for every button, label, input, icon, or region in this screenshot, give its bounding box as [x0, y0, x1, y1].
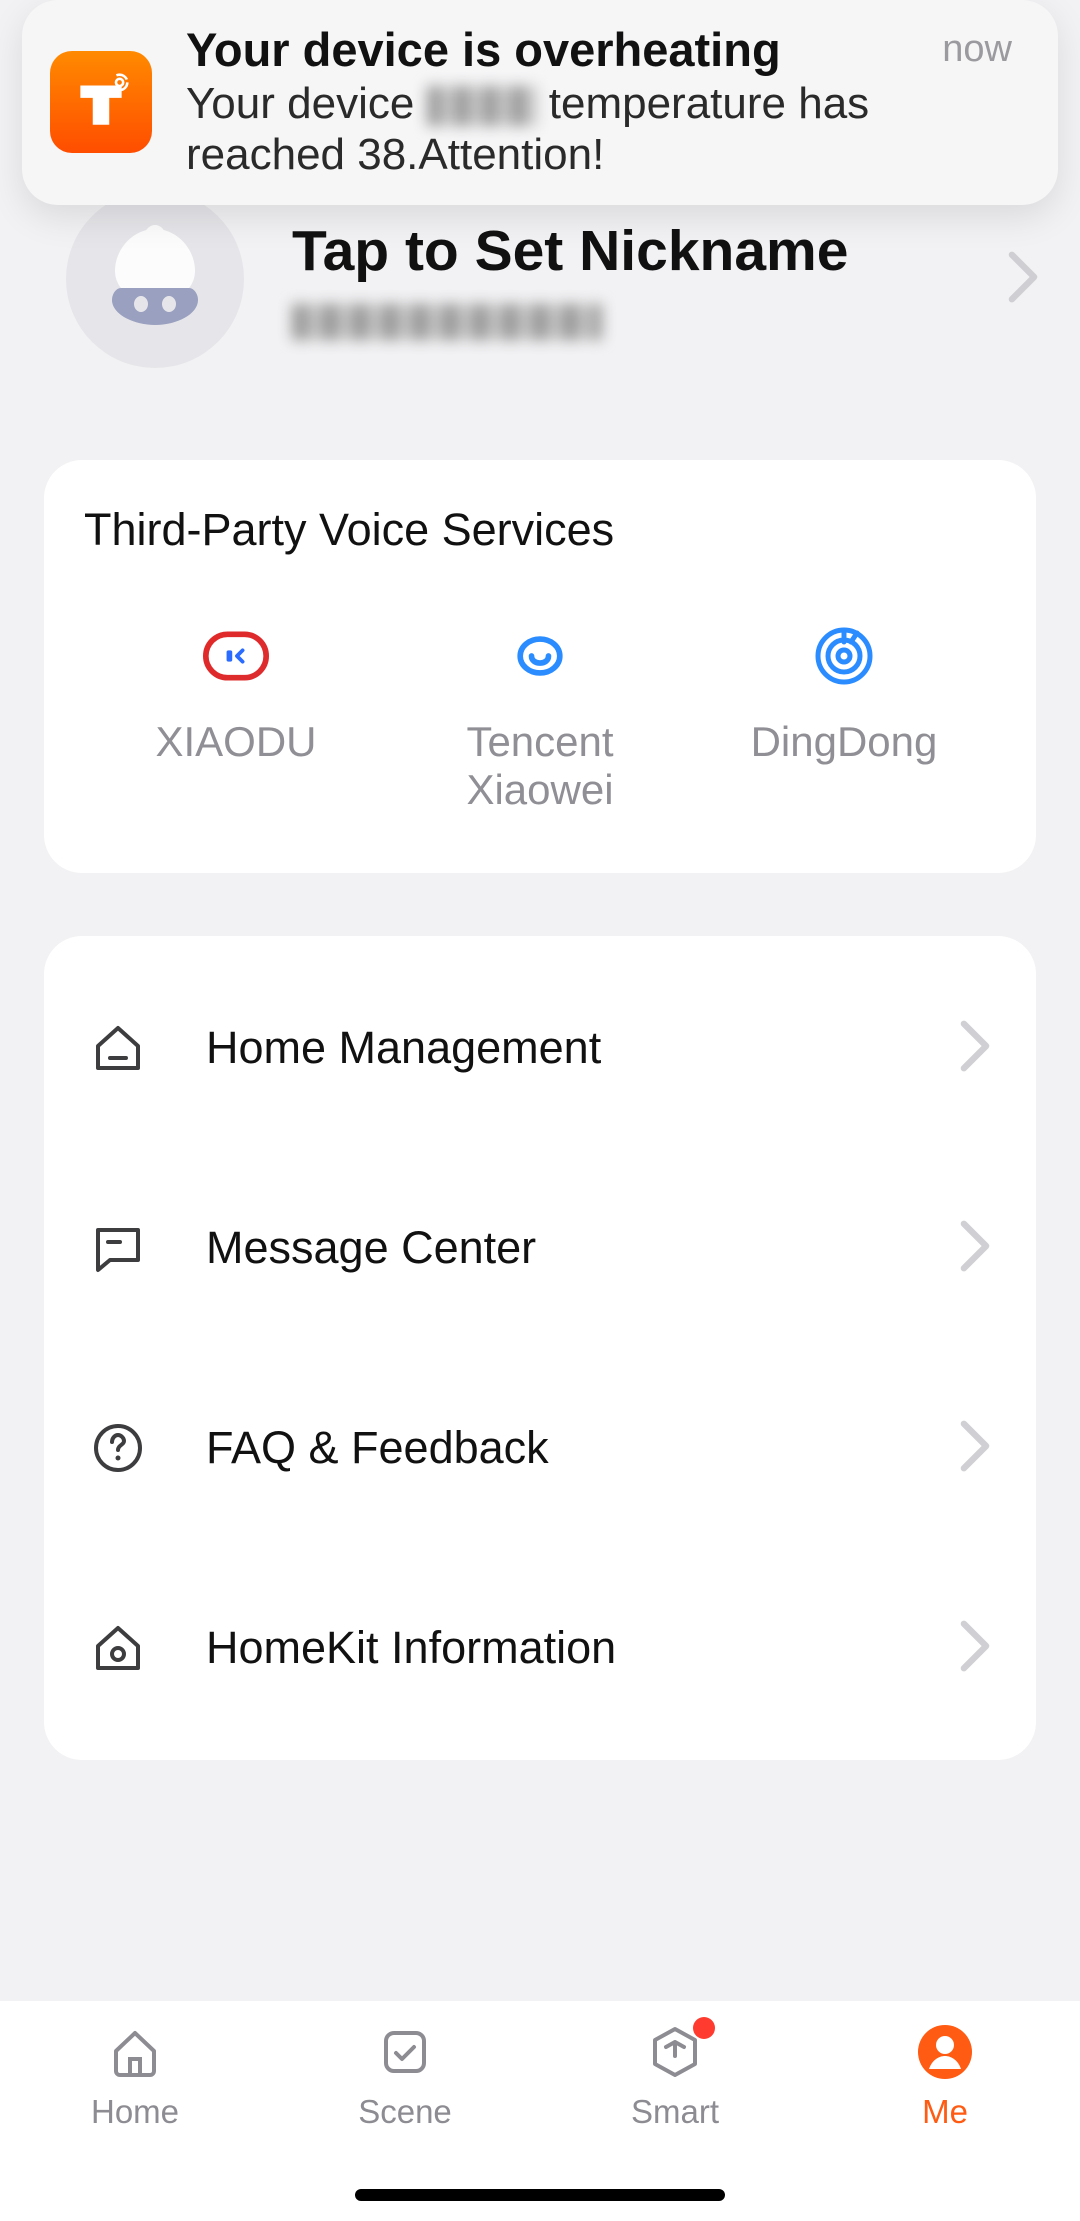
homekit-icon [88, 1618, 148, 1678]
tuya-app-icon [50, 51, 152, 153]
voice-services-title: Third-Party Voice Services [84, 504, 996, 556]
notification-redacted-device [427, 86, 537, 126]
voice-service-tencent-xiaowei[interactable]: Tencent Xiaowei [388, 628, 692, 815]
chevron-right-icon [958, 1019, 992, 1078]
home-tab-icon [104, 2021, 166, 2083]
tab-label: Scene [358, 2093, 452, 2131]
message-center-icon [88, 1218, 148, 1278]
menu-label: FAQ & Feedback [206, 1422, 900, 1474]
chevron-right-icon [958, 1419, 992, 1478]
menu-faq-feedback[interactable]: FAQ & Feedback [88, 1348, 992, 1548]
home-indicator [355, 2189, 725, 2201]
menu-label: Message Center [206, 1222, 900, 1274]
tab-me[interactable]: Me [810, 2021, 1080, 2221]
menu-label: HomeKit Information [206, 1622, 900, 1674]
menu-message-center[interactable]: Message Center [88, 1148, 992, 1348]
voice-services-card: Third-Party Voice Services XIAODU Tencen… [44, 460, 1036, 873]
notification-title: Your device is overheating [186, 24, 1022, 76]
voice-service-dingdong[interactable]: DingDong [692, 628, 996, 815]
chevron-right-icon [958, 1219, 992, 1278]
xiaodu-icon [203, 628, 269, 684]
tab-label: Smart [631, 2093, 719, 2131]
menu-home-management[interactable]: Home Management [88, 948, 992, 1148]
settings-menu-card: Home Management Message Center FAQ & Fee… [44, 936, 1036, 1760]
bottom-tab-bar: Home Scene Smart Me [0, 2001, 1080, 2221]
notification-text: Your device is overheating Your device t… [186, 24, 1022, 181]
profile-header[interactable]: Tap to Set Nickname [66, 190, 1040, 368]
voice-service-label: DingDong [751, 718, 938, 766]
notification-body: Your device temperature has reached 38.A… [186, 78, 1022, 181]
menu-label: Home Management [206, 1022, 900, 1074]
voice-service-label: Tencent Xiaowei [466, 718, 613, 815]
tencent-xiaowei-icon [507, 628, 573, 684]
dingdong-icon [811, 628, 877, 684]
scene-tab-icon [374, 2021, 436, 2083]
notification-badge [693, 2017, 715, 2039]
avatar [66, 190, 244, 368]
chevron-right-icon [958, 1619, 992, 1678]
chevron-right-icon [1006, 250, 1040, 309]
faq-icon [88, 1418, 148, 1478]
voice-service-label: XIAODU [155, 718, 316, 766]
tab-label: Home [91, 2093, 179, 2131]
profile-account-redacted [292, 304, 602, 340]
notification-banner[interactable]: Your device is overheating Your device t… [22, 0, 1058, 205]
menu-homekit-information[interactable]: HomeKit Information [88, 1548, 992, 1748]
profile-nickname-prompt: Tap to Set Nickname [292, 218, 958, 284]
voice-service-xiaodu[interactable]: XIAODU [84, 628, 388, 815]
notification-body-prefix: Your device [186, 79, 427, 128]
me-tab-icon [914, 2021, 976, 2083]
notification-timestamp: now [942, 28, 1012, 71]
tab-home[interactable]: Home [0, 2021, 270, 2221]
home-manage-icon [88, 1018, 148, 1078]
tab-label: Me [922, 2093, 968, 2131]
